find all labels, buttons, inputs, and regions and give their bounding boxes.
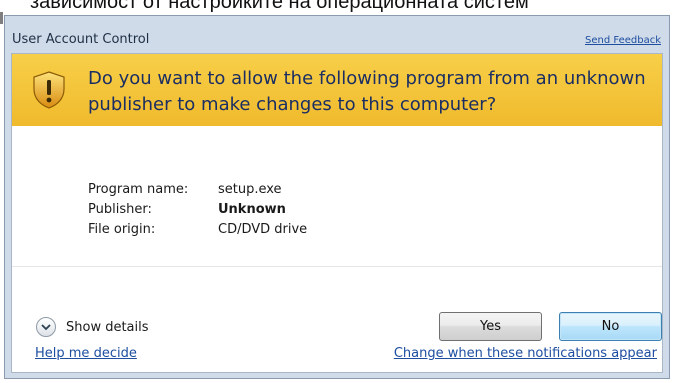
publisher-label: Publisher: [88,202,152,217]
program-name-label: Program name: [88,182,189,197]
detail-row-program: Program name: setup.exe [88,180,307,200]
detail-row-origin: File origin: CD/DVD drive [88,220,307,240]
divider [12,266,662,267]
page-corner-mark [0,12,3,24]
show-details-label[interactable]: Show details [66,320,149,335]
send-feedback-link[interactable]: Send Feedback [585,35,661,46]
help-me-decide-link[interactable]: Help me decide [35,346,137,361]
file-origin-value: CD/DVD drive [218,222,308,237]
shield-warning-icon [32,71,66,109]
yes-button[interactable]: Yes [439,312,542,341]
program-details: Program name: setup.exe Publisher: Unkno… [88,180,307,240]
show-details-toggle[interactable]: Show details [36,317,149,337]
title-bar: User Account Control Send Feedback [5,16,669,58]
uac-question: Do you want to allow the following progr… [88,68,646,115]
uac-dialog: User Account Control Send Feedback Do yo… [4,15,670,379]
program-name-value: setup.exe [218,182,282,197]
document-caption: зависимост от настройките на операционна… [30,0,529,13]
detail-row-publisher: Publisher: Unknown [88,200,307,220]
dialog-content: Do you want to allow the following progr… [11,53,663,373]
dialog-title: User Account Control [12,32,150,47]
warning-banner: Do you want to allow the following progr… [12,54,662,126]
publisher-value: Unknown [218,202,286,217]
no-button[interactable]: No [559,312,662,341]
chevron-down-icon[interactable] [36,317,56,337]
file-origin-label: File origin: [88,222,156,237]
change-notifications-link[interactable]: Change when these notifications appear [394,346,657,361]
